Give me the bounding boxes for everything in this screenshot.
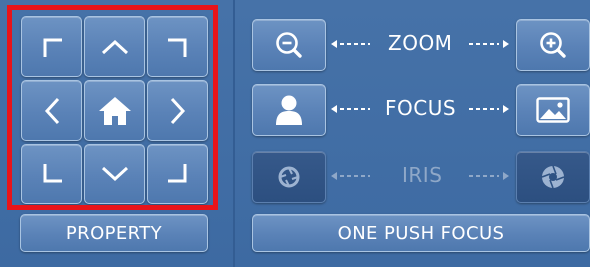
focus-right-arrow	[469, 105, 509, 113]
property-button-label: PROPERTY	[65, 222, 163, 244]
focus-left-arrow	[331, 105, 370, 113]
zoom-left-arrow	[331, 40, 370, 48]
zoom-label: ZOOM	[388, 31, 453, 55]
zoom-out-button[interactable]	[252, 19, 326, 71]
column-divider	[233, 0, 235, 267]
camera-control-panel: PROPERTY ZOOM FOCUS IRIS ONE PUSH FOCUS	[0, 0, 600, 267]
focus-near-button[interactable]	[252, 84, 326, 136]
iris-closed-icon	[278, 166, 300, 188]
iris-open-button[interactable]	[516, 151, 590, 203]
zoom-in-icon	[540, 32, 566, 58]
iris-open-icon	[541, 165, 565, 189]
iris-left-arrow	[331, 172, 370, 180]
highlight-box	[7, 5, 218, 210]
focus-label: FOCUS	[385, 96, 457, 120]
landscape-icon	[536, 97, 570, 123]
iris-close-button[interactable]	[252, 151, 326, 203]
zoom-in-button[interactable]	[516, 19, 590, 71]
iris-right-arrow	[469, 172, 509, 180]
property-button[interactable]: PROPERTY	[20, 214, 208, 252]
person-icon	[276, 95, 302, 125]
one-push-focus-button[interactable]: ONE PUSH FOCUS	[252, 214, 590, 252]
iris-label: IRIS	[402, 163, 443, 187]
zoom-out-icon	[276, 32, 302, 58]
zoom-right-arrow	[469, 40, 509, 48]
one-push-focus-label: ONE PUSH FOCUS	[337, 222, 505, 244]
right-margin	[590, 0, 600, 267]
focus-far-button[interactable]	[516, 84, 590, 136]
